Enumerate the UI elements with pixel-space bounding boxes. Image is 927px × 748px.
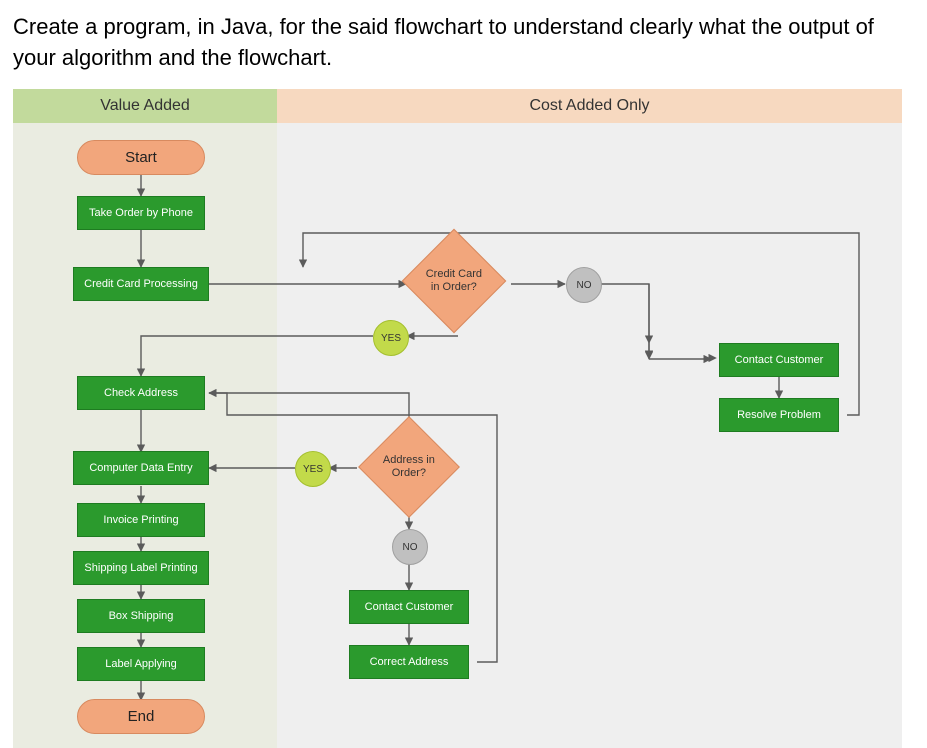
take-order-process: Take Order by Phone <box>77 196 205 230</box>
cc-processing-process: Credit Card Processing <box>73 267 209 301</box>
contact-customer2-process: Contact Customer <box>349 590 469 624</box>
invoice-printing-process: Invoice Printing <box>77 503 205 537</box>
resolve-problem-process: Resolve Problem <box>719 398 839 432</box>
swimlane-header-value-added: Value Added <box>13 89 277 123</box>
swimlane-header-cost-added: Cost Added Only <box>277 89 902 123</box>
label-applying-process: Label Applying <box>77 647 205 681</box>
question-text: Create a program, in Java, for the said … <box>13 12 907 74</box>
address-no-label: NO <box>392 529 428 565</box>
flowchart-diagram: Value Added Cost Added Only <box>13 89 902 748</box>
check-address-process: Check Address <box>77 376 205 410</box>
contact-customer-process: Contact Customer <box>719 343 839 377</box>
shipping-label-printing-process: Shipping Label Printing <box>73 551 209 585</box>
box-shipping-process: Box Shipping <box>77 599 205 633</box>
cc-no-label: NO <box>566 267 602 303</box>
data-entry-process: Computer Data Entry <box>73 451 209 485</box>
address-yes-label: YES <box>295 451 331 487</box>
end-terminator: End <box>77 699 205 734</box>
cc-yes-label: YES <box>373 320 409 356</box>
start-terminator: Start <box>77 140 205 175</box>
correct-address-process: Correct Address <box>349 645 469 679</box>
